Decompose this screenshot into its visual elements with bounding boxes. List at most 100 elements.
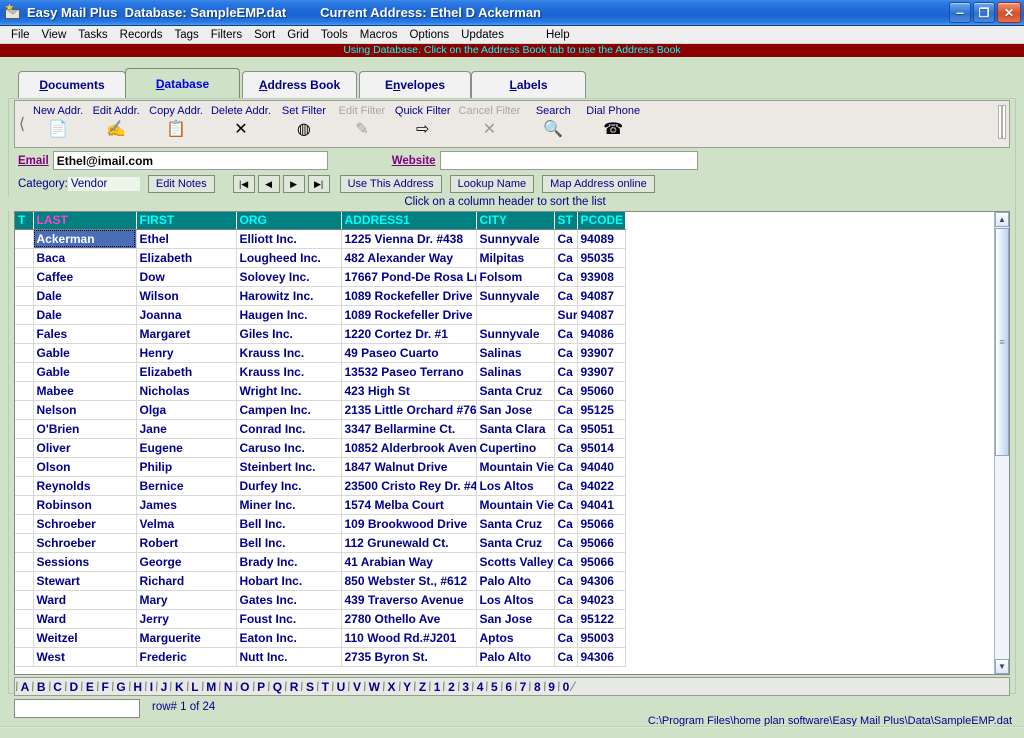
cell-last[interactable]: Schroeber: [33, 533, 137, 553]
table-row[interactable]: Robinson James Miner Inc. 1574 Melba Court M…: [15, 495, 626, 515]
column-header-last[interactable]: LAST: [33, 212, 137, 230]
cell-t[interactable]: [15, 457, 34, 477]
table-row[interactable]: Oliver Eugene Caruso Inc. 10852 Alderbrook …: [15, 438, 626, 458]
website-field[interactable]: [439, 151, 698, 170]
cell-st[interactable]: Ca: [554, 248, 578, 268]
cell-t[interactable]: [15, 229, 34, 249]
menu-item-macros[interactable]: Macros: [354, 28, 404, 42]
cell-t[interactable]: [15, 286, 34, 306]
column-header-org[interactable]: ORG: [236, 212, 342, 230]
cell-first[interactable]: Henry: [136, 343, 237, 363]
cell-org[interactable]: Campen Inc.: [236, 400, 342, 420]
cell-first[interactable]: Velma: [136, 514, 237, 534]
cell-pcode[interactable]: 95066: [577, 552, 626, 572]
cell-first[interactable]: Dow: [136, 267, 237, 287]
cell-city[interactable]: Sunnyvale: [476, 324, 555, 344]
toolbar-new-addr-button[interactable]: New Addr. 📄: [29, 105, 87, 141]
scroll-down-icon[interactable]: ▼: [995, 659, 1009, 674]
toolbar-set-filter-button[interactable]: Set Filter ◍: [275, 105, 333, 141]
toolbar-edit-addr-button[interactable]: Edit Addr. ✍: [87, 105, 145, 141]
scroll-up-icon[interactable]: ▲: [995, 212, 1009, 227]
cell-org[interactable]: Steinbert Inc.: [236, 457, 342, 477]
cell-address1[interactable]: 1847 Walnut Drive: [341, 457, 477, 477]
menu-item-records[interactable]: Records: [114, 28, 169, 42]
cell-pcode[interactable]: 94087: [577, 305, 626, 325]
cell-st[interactable]: Ca: [554, 286, 578, 306]
tab-documents[interactable]: Documents: [18, 71, 126, 98]
cell-first[interactable]: Frederic: [136, 647, 237, 667]
cell-org[interactable]: Conrad Inc.: [236, 419, 342, 439]
cell-t[interactable]: [15, 248, 34, 268]
column-header-city[interactable]: CITY: [476, 212, 555, 230]
cell-st[interactable]: Ca: [554, 628, 578, 648]
lookup-name-button[interactable]: Lookup Name: [449, 175, 535, 193]
cell-address1[interactable]: 1089 Rockefeller Drive: [341, 305, 477, 325]
cell-pcode[interactable]: 95003: [577, 628, 626, 648]
cell-first[interactable]: Olga: [136, 400, 237, 420]
cell-pcode[interactable]: 95125: [577, 400, 626, 420]
table-row[interactable]: Reynolds Bernice Durfey Inc. 23500 Cristo R…: [15, 476, 626, 496]
cell-city[interactable]: Sunnyvale: [476, 286, 555, 306]
cell-city[interactable]: Scotts Valley: [476, 552, 555, 572]
cell-pcode[interactable]: 95060: [577, 381, 626, 401]
menu-item-tasks[interactable]: Tasks: [72, 28, 113, 42]
cell-last[interactable]: Schroeber: [33, 514, 137, 534]
cell-pcode[interactable]: 94306: [577, 647, 626, 667]
cell-org[interactable]: Brady Inc.: [236, 552, 342, 572]
cell-t[interactable]: [15, 590, 34, 610]
table-row[interactable]: Stewart Richard Hobart Inc. 850 Webster St.…: [15, 571, 626, 591]
tab-database[interactable]: Database: [125, 68, 240, 98]
cell-st[interactable]: Ca: [554, 571, 578, 591]
cell-address1[interactable]: 1225 Vienna Dr. #438: [341, 229, 477, 249]
cell-city[interactable]: Palo Alto: [476, 647, 555, 667]
cell-pcode[interactable]: 93907: [577, 362, 626, 382]
cell-address1[interactable]: 1574 Melba Court: [341, 495, 477, 515]
quick-search-input[interactable]: [14, 699, 140, 718]
email-link[interactable]: Email: [14, 155, 53, 167]
cell-st[interactable]: Ca: [554, 552, 578, 572]
cell-org[interactable]: Elliott Inc.: [236, 229, 342, 249]
column-header-st[interactable]: ST: [554, 212, 578, 230]
table-row[interactable]: Ackerman Ethel Elliott Inc. 1225 Vienna Dr.…: [15, 229, 626, 249]
cell-first[interactable]: Wilson: [136, 286, 237, 306]
cell-st[interactable]: Ca: [554, 609, 578, 629]
cell-pcode[interactable]: 95014: [577, 438, 626, 458]
cell-org[interactable]: Solovey Inc.: [236, 267, 342, 287]
cell-address1[interactable]: 850 Webster St., #612: [341, 571, 477, 591]
cell-address1[interactable]: 110 Wood Rd.#J201: [341, 628, 477, 648]
toolbar-drag-handle[interactable]: ⟨: [15, 101, 29, 147]
menu-item-options[interactable]: Options: [403, 28, 455, 42]
cell-last[interactable]: Gable: [33, 362, 137, 382]
cell-address1[interactable]: 1220 Cortez Dr. #1: [341, 324, 477, 344]
table-row[interactable]: Olson Philip Steinbert Inc. 1847 Walnut Dri…: [15, 457, 626, 477]
table-row[interactable]: Gable Henry Krauss Inc. 49 Paseo Cuarto Sali…: [15, 343, 626, 363]
cell-org[interactable]: Eaton Inc.: [236, 628, 342, 648]
column-header-address1[interactable]: ADDRESS1: [341, 212, 477, 230]
menu-item-file[interactable]: File: [5, 28, 36, 42]
cell-last[interactable]: Nelson: [33, 400, 137, 420]
nav-prev-button[interactable]: ◀: [257, 175, 280, 193]
cell-address1[interactable]: 2135 Little Orchard #76: [341, 400, 477, 420]
cell-address1[interactable]: 482 Alexander Way: [341, 248, 477, 268]
cell-city[interactable]: Santa Cruz: [476, 514, 555, 534]
cell-first[interactable]: Richard: [136, 571, 237, 591]
table-row[interactable]: Weitzel Marguerite Eaton Inc. 110 Wood Rd.#…: [15, 628, 626, 648]
cell-pcode[interactable]: 94022: [577, 476, 626, 496]
close-button[interactable]: ✕: [997, 2, 1021, 23]
cell-city[interactable]: Folsom: [476, 267, 555, 287]
cell-last[interactable]: Olson: [33, 457, 137, 477]
column-header-first[interactable]: FIRST: [136, 212, 237, 230]
cell-t[interactable]: [15, 343, 34, 363]
cell-st[interactable]: Ca: [554, 495, 578, 515]
table-row[interactable]: Sessions George Brady Inc. 41 Arabian Way Sc…: [15, 552, 626, 572]
cell-city[interactable]: Mountain View: [476, 495, 555, 515]
cell-last[interactable]: Caffee: [33, 267, 137, 287]
table-row[interactable]: Ward Jerry Foust Inc. 2780 Othello Ave San J…: [15, 609, 626, 629]
grid-vertical-scrollbar[interactable]: ▲ ▼: [994, 212, 1009, 674]
cell-st[interactable]: Ca: [554, 267, 578, 287]
cell-org[interactable]: Haugen Inc.: [236, 305, 342, 325]
cell-city[interactable]: Mountain View: [476, 457, 555, 477]
menu-item-filters[interactable]: Filters: [205, 28, 248, 42]
cell-address1[interactable]: 3347 Bellarmine Ct.: [341, 419, 477, 439]
cell-address1[interactable]: 109 Brookwood Drive: [341, 514, 477, 534]
